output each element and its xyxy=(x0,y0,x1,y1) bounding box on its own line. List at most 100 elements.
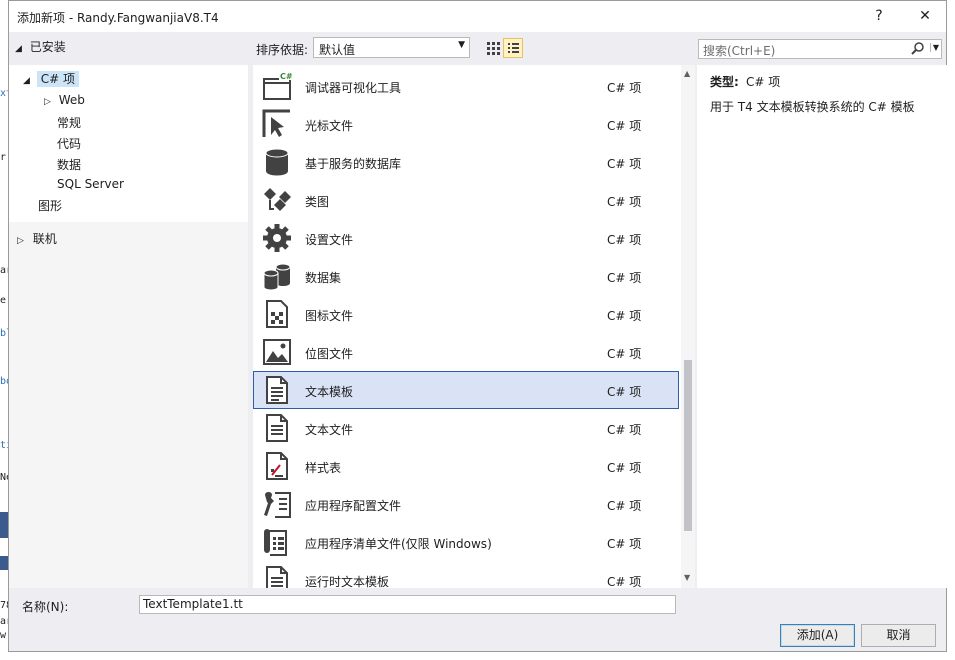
name-input[interactable]: TextTemplate1.tt xyxy=(139,595,676,614)
template-name: 基于服务的数据库 xyxy=(305,157,402,171)
search-icon[interactable] xyxy=(911,41,925,58)
close-button[interactable]: ✕ xyxy=(910,5,940,27)
template-category: C# 项 xyxy=(607,271,642,285)
template-category: C# 项 xyxy=(607,195,642,209)
grid-view-icon[interactable] xyxy=(483,38,503,58)
type-label: 类型: xyxy=(710,75,739,89)
list-item[interactable]: C# 调试器可视化工具 C# 项 xyxy=(253,67,679,105)
text-file-icon xyxy=(262,413,292,443)
template-name: 运行时文本模板 xyxy=(305,575,390,588)
template-category: C# 项 xyxy=(607,157,642,171)
template-name: 文本文件 xyxy=(305,423,354,437)
sort-dropdown[interactable]: 默认值 ▼ xyxy=(313,37,470,58)
stylesheet-icon xyxy=(262,451,292,481)
template-tree: ◢ C# 项 ▷ Web 常规 代码 数据 SQL Server 图形 ▷ 联机 xyxy=(9,65,248,588)
search-input[interactable]: 搜索(Ctrl+E) ▼ xyxy=(698,39,942,59)
list-item[interactable]: 运行时文本模板 C# 项 xyxy=(253,561,679,588)
list-scrollbar[interactable]: ▲ ▼ xyxy=(681,65,695,588)
tree-item-data[interactable]: 数据 xyxy=(57,156,81,173)
class-diagram-icon xyxy=(262,185,292,215)
cursor-file-icon xyxy=(262,109,292,139)
template-category: C# 项 xyxy=(607,233,642,247)
template-category: C# 项 xyxy=(607,499,642,513)
debugger-visualizer-icon: C# xyxy=(262,71,293,101)
tree-item-web[interactable]: ▷ Web xyxy=(44,93,85,107)
template-name: 设置文件 xyxy=(305,233,354,247)
list-item[interactable]: 文本文件 C# 项 xyxy=(253,409,679,447)
template-category: C# 项 xyxy=(607,423,642,437)
template-name: 调试器可视化工具 xyxy=(305,81,402,95)
type-value: C# 项 xyxy=(746,75,781,89)
scroll-thumb[interactable] xyxy=(684,360,692,531)
template-name: 数据集 xyxy=(305,271,342,285)
template-name: 图标文件 xyxy=(305,309,354,323)
list-item[interactable]: 图标文件 C# 项 xyxy=(253,295,679,333)
bitmap-icon xyxy=(262,337,292,367)
list-item[interactable]: 基于服务的数据库 C# 项 xyxy=(253,143,679,181)
tree-item-general[interactable]: 常规 xyxy=(57,114,81,131)
installed-header[interactable]: ◢ 已安装 xyxy=(15,38,66,55)
template-name: 位图文件 xyxy=(305,347,354,361)
collapse-arrow-icon: ▷ xyxy=(44,97,51,107)
dialog-title: 添加新项 - Randy.FangwanjiaV8.T4 xyxy=(17,11,219,25)
sort-value: 默认值 xyxy=(319,43,356,57)
list-item[interactable]: 样式表 C# 项 xyxy=(253,447,679,485)
tree-item-label: C# 项 xyxy=(36,71,79,87)
search-options-chevron-icon[interactable]: ▼ xyxy=(929,43,939,52)
list-item[interactable]: 光标文件 C# 项 xyxy=(253,105,679,143)
template-category: C# 项 xyxy=(607,575,642,588)
expand-arrow-icon: ◢ xyxy=(23,76,30,86)
svg-text:C#: C# xyxy=(280,72,292,81)
settings-gear-icon xyxy=(262,223,292,253)
template-description: 用于 T4 文本模板转换系统的 C# 模板 xyxy=(710,100,915,114)
list-item[interactable]: 应用程序清单文件(仅限 Windows) C# 项 xyxy=(253,523,679,561)
add-new-item-dialog: 添加新项 - Randy.FangwanjiaV8.T4 ? ✕ ◢ 已安装 ◢… xyxy=(8,0,947,652)
template-category: C# 项 xyxy=(607,347,642,361)
template-name: 类图 xyxy=(305,195,330,209)
tree-item-graphics[interactable]: 图形 xyxy=(38,197,62,214)
help-button[interactable]: ? xyxy=(864,5,894,27)
title-bar: 添加新项 - Randy.FangwanjiaV8.T4 ? ✕ xyxy=(9,1,946,32)
manifest-icon xyxy=(262,527,292,557)
editor-fragment: e xyxy=(0,295,7,306)
name-label: 名称(N): xyxy=(22,600,69,614)
database-icon xyxy=(262,147,292,177)
template-name: 应用程序配置文件 xyxy=(305,499,402,513)
tree-item-sql-server[interactable]: SQL Server xyxy=(57,177,124,191)
list-item[interactable]: 数据集 C# 项 xyxy=(253,257,679,295)
template-category: C# 项 xyxy=(607,385,642,399)
sort-label: 排序依据: xyxy=(256,43,309,57)
collapse-arrow-icon: ▷ xyxy=(17,236,24,246)
expand-arrow-icon: ◢ xyxy=(15,44,22,54)
name-input-value: TextTemplate1.tt xyxy=(143,597,243,611)
template-category: C# 项 xyxy=(607,119,642,133)
cancel-button[interactable]: 取消 xyxy=(861,624,936,647)
list-item[interactable]: 应用程序配置文件 C# 项 xyxy=(253,485,679,523)
template-category: C# 项 xyxy=(607,537,642,551)
list-item[interactable]: 设置文件 C# 项 xyxy=(253,219,679,257)
list-item[interactable]: 类图 C# 项 xyxy=(253,181,679,219)
chevron-down-icon: ▼ xyxy=(458,40,465,50)
add-button[interactable]: 添加(A) xyxy=(780,624,855,647)
list-item[interactable]: 位图文件 C# 项 xyxy=(253,333,679,371)
tree-item-csharp[interactable]: ◢ C# 项 xyxy=(23,70,79,87)
list-view-icon[interactable] xyxy=(503,38,523,58)
template-category: C# 项 xyxy=(607,81,642,95)
icon-file-icon xyxy=(262,299,292,329)
tree-item-label: Web xyxy=(58,93,85,107)
template-name: 光标文件 xyxy=(305,119,354,133)
text-template-icon xyxy=(262,375,292,405)
template-name: 应用程序清单文件(仅限 Windows) xyxy=(305,537,492,551)
search-placeholder: 搜索(Ctrl+E) xyxy=(703,44,776,58)
template-list: C# 调试器可视化工具 C# 项 光标文件 C# 项 基于服务的数据库 C# 项… xyxy=(253,65,695,588)
runtime-template-icon xyxy=(262,565,292,588)
template-category: C# 项 xyxy=(607,461,642,475)
template-category: C# 项 xyxy=(607,309,642,323)
tree-item-online[interactable]: ▷ 联机 xyxy=(17,230,57,247)
scroll-up-icon[interactable]: ▲ xyxy=(684,69,690,78)
template-name: 样式表 xyxy=(305,461,342,475)
list-item-selected[interactable]: 文本模板 C# 项 xyxy=(253,371,679,409)
app-config-icon xyxy=(262,489,292,519)
scroll-down-icon[interactable]: ▼ xyxy=(684,573,690,582)
tree-item-code[interactable]: 代码 xyxy=(57,135,81,152)
